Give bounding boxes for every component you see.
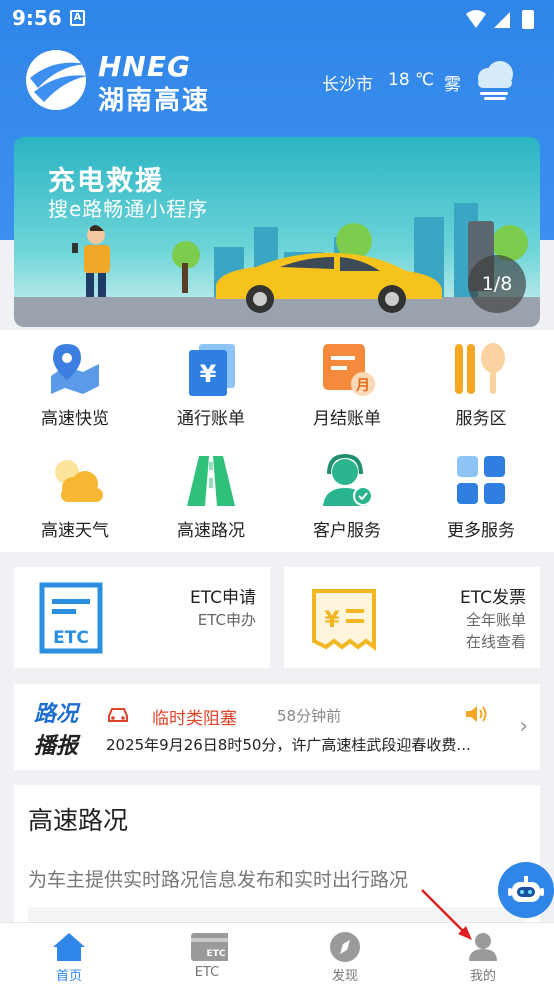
red-annotation-arrow [421,889,472,940]
yellow-car-illustration [216,252,442,313]
sun-cloud-icon [55,460,103,502]
svg-text:月: 月 [355,378,370,394]
hneg-logo: HNEG 湖南高速 [24,48,224,116]
etc-apply-subtitle: ETC申办 [197,611,256,629]
service-item[interactable]: 高速天气 [6,442,144,552]
broadcast-message: 2025年9月26日8时50分，许广高速桂武段迎春收费... [106,736,471,754]
tab-label: 首页 [55,969,82,984]
banner-page-counter: 1/8 [468,255,526,313]
map-pin-icon [51,344,99,394]
tab-discover[interactable]: 发现 [276,923,414,984]
car-alert-icon [108,708,128,722]
logo-mark-icon [26,50,88,110]
service-label: 高速路况 [177,521,245,541]
customer-service-icon [323,453,373,506]
broadcast-brand-line1: 路况 [34,702,79,727]
tab-label: 我的 [469,969,496,984]
promo-banner[interactable]: 充电救援 搜e路畅通小程序 1/8 [14,137,540,327]
weather-condition: 雾 [444,75,461,95]
service-item[interactable]: 服务区 [412,330,550,440]
svg-text:¥: ¥ [200,360,217,388]
banner-subtitle: 搜e路畅通小程序 [48,197,209,221]
service-label: 更多服务 [447,521,515,541]
invoice-icon: ¥ [312,589,376,651]
more-grid-icon [457,456,505,504]
weather-city: 长沙市 [322,75,373,95]
etc-icon-text: ETC [53,628,89,648]
notification-a-icon: A [70,10,85,26]
etc-invoice-line1: 全年账单 [465,611,526,629]
status-time: 9:56 [12,6,62,30]
home-icon [53,933,85,961]
road-icon [187,456,235,506]
traffic-heading: 高速路况 [28,806,129,835]
assistant-robot-button[interactable] [498,862,554,918]
etc-apply-card[interactable]: ETC ETC申请 ETC申办 [14,567,270,668]
etc-card-icon: ETC [191,933,228,961]
etc-invoice-card[interactable]: ¥ ETC发票 全年账单 在线查看 [284,567,540,668]
status-icons [466,10,534,29]
traffic-description: 为车主提供实时路况信息发布和实时出行路况 [28,869,409,891]
monthly-bill-icon: 月 [323,344,375,396]
etc-card-icon: ETC [39,582,103,654]
service-label: 客户服务 [313,521,381,541]
broadcast-time-ago: 58分钟前 [277,707,342,725]
fog-cloud-icon [478,61,513,100]
service-item[interactable]: 更多服务 [412,442,550,552]
signal-icon [494,12,510,28]
service-item[interactable]: 高速快览 [6,330,144,440]
fork-spoon-icon [455,343,505,394]
traffic-broadcast[interactable]: 路况 播报 临时类阻塞 58分钟前 2025年9月26日8时50分，许广高速桂武… [14,684,540,770]
service-label: 月结账单 [313,409,381,429]
wifi-icon [466,10,486,28]
service-label: 服务区 [455,409,507,429]
service-grid: 高速快览 ¥ 通行账单 月 月结账单 服务区 高速天气 高速路况 客户服务 更多… [0,330,554,552]
service-item[interactable]: ¥ 通行账单 [142,330,280,440]
etc-invoice-subtitle: 全年账单 在线查看 [466,609,526,653]
chevron-right-icon: › [519,714,528,739]
service-label: 高速天气 [41,521,109,541]
broadcast-type: 临时类阻塞 [152,709,237,729]
logo-english: HNEG [98,50,191,83]
compass-icon [330,932,360,962]
etc-apply-title: ETC申请 [190,588,256,608]
svg-text:¥: ¥ [324,608,340,633]
service-item[interactable]: 客户服务 [278,442,416,552]
service-item[interactable]: 高速路况 [142,442,280,552]
status-bar: 9:56 A [0,0,554,36]
tab-etc[interactable]: ETC ETC [138,923,276,984]
broadcast-brand-line2: 播报 [34,734,79,759]
service-label: 通行账单 [177,409,245,429]
logo-chinese: 湖南高速 [98,86,211,116]
weather-temperature: 18 ℃ [388,70,435,90]
svg-text:ETC: ETC [207,949,226,959]
service-item[interactable]: 月 月结账单 [278,330,416,440]
tab-label: ETC [194,965,220,980]
robot-icon [508,876,544,902]
battery-icon [522,10,534,29]
etc-invoice-title: ETC发票 [460,588,526,608]
tab-label: 发现 [331,969,358,984]
weather-widget[interactable]: 长沙市 18 ℃ 雾 [322,58,522,104]
service-label: 高速快览 [41,409,109,429]
speaker-icon [466,706,487,722]
tab-home[interactable]: 首页 [0,923,138,984]
yen-bill-icon: ¥ [189,344,235,396]
etc-invoice-line2: 在线查看 [465,633,526,651]
